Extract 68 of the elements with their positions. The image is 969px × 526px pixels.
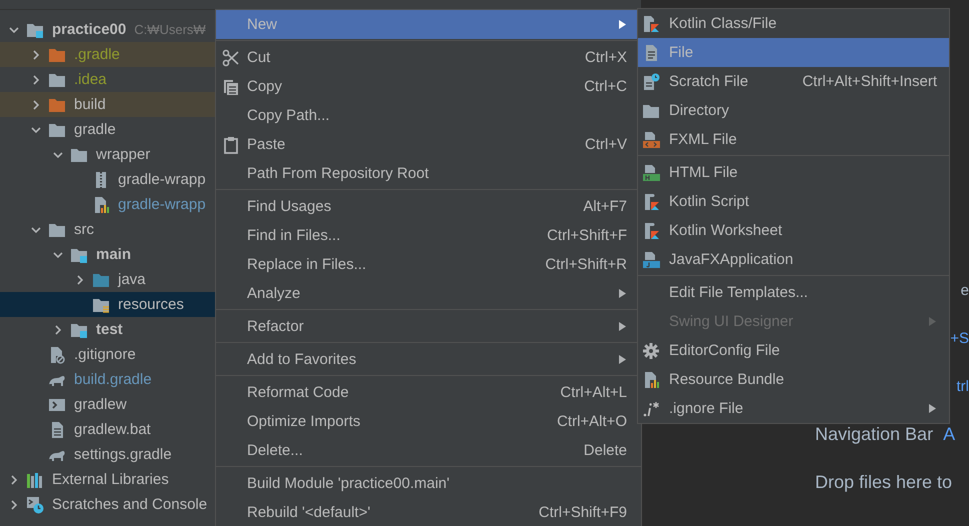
menu-item-label: FXML File	[669, 131, 738, 148]
menu-item-label: .ignore File	[669, 400, 744, 417]
hint-text: e	[960, 282, 969, 298]
menu-item-label: Reformat Code	[247, 384, 350, 401]
shortcut-text: Ctrl+Shift+F9	[538, 504, 627, 521]
menu-item-label: Cut	[247, 49, 272, 66]
menu-item-label: Scratch File	[669, 73, 750, 90]
menu-item-label: Kotlin Class/File	[669, 15, 778, 32]
menu-item-label: EditorConfig File	[669, 342, 781, 359]
tree-item-label: gradlew.bat	[74, 421, 151, 438]
menu-item-label: Refactor	[247, 318, 305, 335]
menu-item-label: Directory	[669, 102, 730, 119]
tree-item-label: src	[74, 221, 94, 238]
hint-shortcut: trl	[956, 378, 969, 394]
hint-text: Drop files here to	[815, 472, 952, 492]
tree-item-label: .gitignore	[74, 346, 136, 363]
menu-item-label: HTML File	[669, 164, 739, 181]
menu-item-label: JavaFXApplication	[669, 251, 794, 268]
menu-item-label: Find Usages	[247, 198, 332, 215]
project-path: C:₩Users₩	[134, 22, 206, 37]
menu-item-label: Analyze	[247, 285, 302, 302]
tree-item-label: wrapper	[96, 146, 150, 163]
menu-item-label: Edit File Templates...	[669, 284, 809, 301]
shortcut-text: Ctrl+Alt+Shift+Insert	[802, 73, 937, 90]
tree-item-label: .gradle	[74, 46, 120, 63]
shortcut-text: Ctrl+Alt+L	[560, 384, 627, 401]
tree-item-label: .idea	[74, 71, 107, 88]
shortcut-text: Ctrl+C	[584, 78, 627, 95]
shortcut-text: Ctrl+Shift+F	[546, 227, 627, 244]
menu-item-label: Rebuild '<default>'	[247, 504, 372, 521]
tree-item-label: test	[96, 321, 123, 338]
tree-item-label: gradle	[74, 121, 116, 138]
tree-item-label: build	[74, 96, 106, 113]
menu-item-label: Kotlin Script	[669, 193, 750, 210]
menu-item-label: Paste	[247, 136, 286, 153]
menu-item-label: Resource Bundle	[669, 371, 786, 388]
menu-item-label: New	[247, 16, 278, 33]
hint-shortcut: +S	[950, 330, 969, 346]
menu-item-label: Path From Repository Root	[247, 165, 430, 182]
tree-item-label: resources	[118, 296, 184, 313]
menu-item-label: Optimize Imports	[247, 413, 362, 430]
tree-item-label: Scratches and Console	[52, 496, 208, 513]
hint-shortcut: A	[943, 424, 956, 444]
tree-item-label: practice00	[52, 21, 126, 38]
tree-item-label: gradlew	[74, 396, 127, 413]
shortcut-text: Ctrl+X	[584, 49, 627, 66]
menu-item-label: Copy Path...	[247, 107, 331, 124]
shortcut-text: Ctrl+V	[584, 136, 627, 153]
menu-item-label: Find in Files...	[247, 227, 342, 244]
tree-item-label: gradle-wrapp	[118, 196, 206, 213]
menu-item-label: Replace in Files...	[247, 256, 368, 273]
menu-item-label: Copy	[247, 78, 284, 95]
menu-item-label: Kotlin Worksheet	[669, 222, 784, 239]
menu-item-label: Add to Favorites	[247, 351, 358, 368]
hint-text: Navigation Bar	[815, 424, 934, 444]
shortcut-text: Alt+F7	[583, 198, 627, 215]
menu-item-label: Build Module 'practice00.main'	[247, 475, 450, 492]
tree-item-label: gradle-wrapp	[118, 171, 206, 188]
menu-item-label: File	[669, 44, 694, 61]
tree-item-label: build.gradle	[74, 371, 152, 388]
shortcut-text: Ctrl+Shift+R	[545, 256, 627, 273]
tree-item-label: main	[96, 246, 132, 263]
tree-item-label: External Libraries	[52, 471, 169, 488]
shortcut-text: Delete	[584, 442, 627, 459]
menu-item-label: Delete...	[247, 442, 304, 459]
tree-item-label: java	[118, 271, 146, 288]
tree-item-label: settings.gradle	[74, 446, 172, 463]
shortcut-text: Ctrl+Alt+O	[556, 413, 627, 430]
